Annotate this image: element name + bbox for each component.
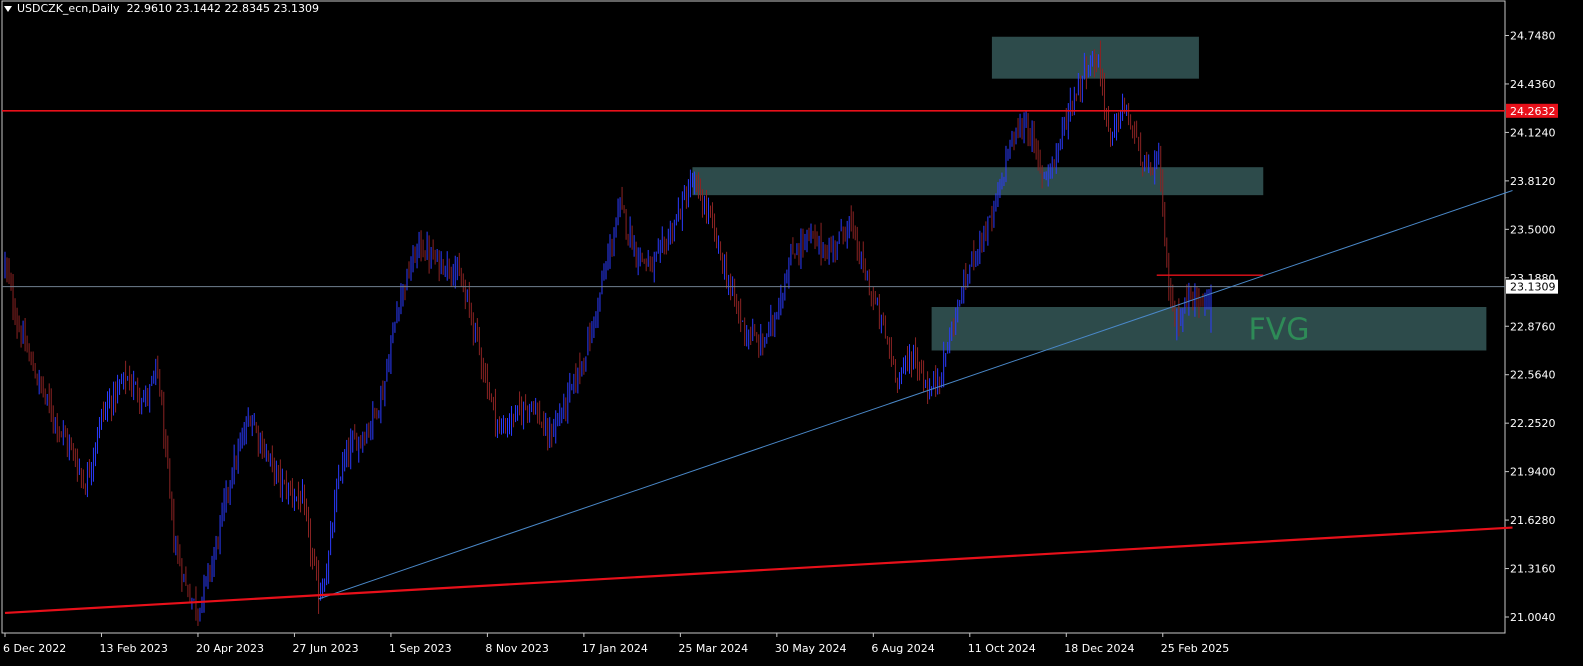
dropdown-triangle-icon[interactable] — [4, 6, 12, 12]
current-price-label: 23.1309 — [1510, 281, 1556, 294]
y-tick-label: 24.7480 — [1510, 30, 1556, 43]
x-tick-label: 11 Oct 2024 — [968, 642, 1036, 655]
chart-header: USDCZK_ecn,Daily 22.9610 23.1442 22.8345… — [4, 2, 319, 15]
zone-2 — [931, 306, 1487, 351]
y-tick-label: 21.3160 — [1510, 563, 1556, 576]
x-tick-label: 6 Dec 2022 — [3, 642, 66, 655]
x-tick-label: 17 Jan 2024 — [582, 642, 648, 655]
fvg-label: FVG — [1248, 313, 1309, 348]
y-tick-label: 22.8760 — [1510, 320, 1556, 333]
x-tick-label: 20 Apr 2023 — [196, 642, 264, 655]
x-tick-label: 13 Feb 2023 — [99, 642, 167, 655]
trendline-red — [4, 526, 1513, 615]
x-tick-label: 8 Nov 2023 — [485, 642, 548, 655]
x-tick-label: 6 Aug 2024 — [871, 642, 934, 655]
y-tick-label: 23.5000 — [1510, 223, 1556, 236]
symbol-timeframe: USDCZK_ecn,Daily — [17, 2, 120, 15]
y-tick-label: 22.5640 — [1510, 369, 1556, 382]
x-tick-label: 25 Mar 2024 — [678, 642, 748, 655]
y-tick-label: 24.1240 — [1510, 126, 1556, 139]
zone-0 — [991, 36, 1199, 79]
x-tick-label: 18 Dec 2024 — [1064, 642, 1134, 655]
x-tick-label: 1 Sep 2023 — [389, 642, 452, 655]
y-tick-label: 21.6280 — [1510, 514, 1556, 527]
resistance-price-label: 24.2632 — [1510, 105, 1556, 118]
ohlc-values: 22.9610 23.1442 22.8345 23.1309 — [126, 2, 320, 15]
y-tick-label: 23.8120 — [1510, 175, 1556, 188]
y-tick-label: 24.4360 — [1510, 78, 1556, 91]
price-chart[interactable]: FVG 24.7480 24.4360 24.1240 23.8120 23.5000 2… — [0, 0, 1583, 666]
x-tick-label: 27 Jun 2023 — [292, 642, 358, 655]
y-tick-label: 21.9400 — [1510, 466, 1556, 479]
zone-1 — [692, 167, 1264, 196]
x-tick-label: 30 May 2024 — [775, 642, 847, 655]
y-tick-label: 22.2520 — [1510, 417, 1556, 430]
x-tick-label: 25 Feb 2025 — [1161, 642, 1229, 655]
y-tick-label: 21.0040 — [1510, 611, 1556, 624]
